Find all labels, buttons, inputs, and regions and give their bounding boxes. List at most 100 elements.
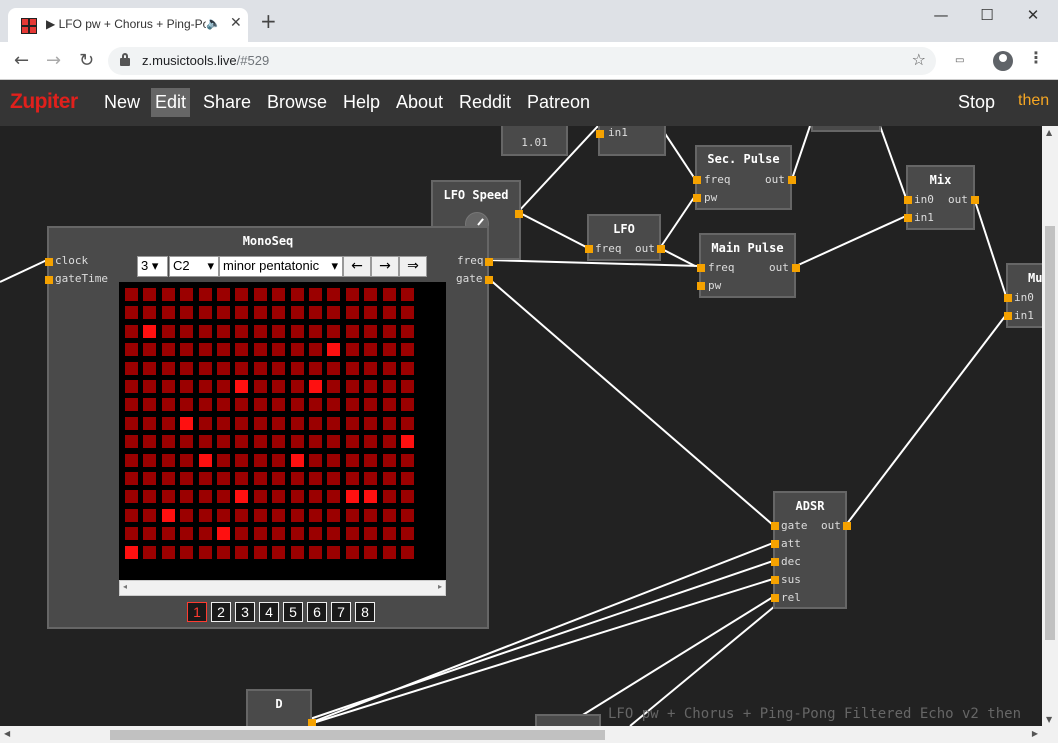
grid-cell[interactable] [382,343,396,357]
grid-cell[interactable] [161,324,175,338]
grid-cell[interactable] [235,361,249,375]
grid-cell[interactable] [345,453,359,467]
grid-cell[interactable] [309,527,322,541]
grid-cell[interactable] [401,508,414,522]
grid-cell[interactable] [364,343,378,357]
menu-edit[interactable]: Edit [151,88,191,117]
grid-cell[interactable] [161,453,175,467]
grid-cell[interactable] [125,398,138,412]
grid-cell[interactable] [272,545,286,559]
grid-cell[interactable] [345,545,359,559]
horizontal-scrollbar[interactable]: ◀ ▶ [0,726,1058,743]
lfo-node[interactable]: LFO freq out [585,214,665,261]
grid-cell[interactable] [253,416,267,430]
port-out[interactable] [971,196,979,204]
grid-cell[interactable] [161,527,175,541]
knob-node-top[interactable]: 1.01 [501,126,568,156]
grid-cell[interactable] [309,361,322,375]
grid-cell[interactable] [327,453,341,467]
grid-cell[interactable] [272,435,286,449]
port-in1[interactable] [596,130,604,138]
grid-cell[interactable] [309,306,322,320]
grid-cell[interactable] [143,416,157,430]
grid-cell[interactable] [217,306,230,320]
grid-cell[interactable] [125,288,138,301]
tab-close-icon[interactable]: ✕ [230,15,242,31]
grid-cell[interactable] [180,324,194,338]
grid-cell[interactable] [327,306,341,320]
scroll-right-icon[interactable]: ▶ [1032,729,1038,738]
scale-select[interactable]: minor pentatonic ▾ [219,256,343,277]
grid-cell[interactable] [143,324,157,338]
grid-cell[interactable] [217,343,230,357]
d-node[interactable]: D [246,689,316,726]
grid-cell[interactable] [327,343,341,357]
browser-tab[interactable]: ▶ LFO pw + Chorus + Ping-Pong Filtered E… [8,8,248,42]
grid-cell[interactable] [382,453,396,467]
grid-cell[interactable] [401,490,414,504]
grid-cell[interactable] [401,472,414,485]
vertical-scrollbar[interactable]: ▲ ▼ [1042,126,1058,726]
grid-cell[interactable] [364,306,378,320]
grid-cell[interactable] [253,490,267,504]
grid-cell[interactable] [382,324,396,338]
grid-cell[interactable] [161,288,175,301]
grid-cell[interactable] [364,472,378,485]
grid-cell[interactable] [364,490,378,504]
grid-cell[interactable] [290,527,304,541]
grid-cell[interactable] [161,490,175,504]
grid-cell[interactable] [161,343,175,357]
address-bar[interactable]: z.musictools.live/#529 ☆ [108,47,936,75]
grid-cell[interactable] [309,416,322,430]
grid-cell[interactable] [180,288,194,301]
grid-cell[interactable] [125,416,138,430]
grid-cell[interactable] [345,416,359,430]
grid-cell[interactable] [198,324,212,338]
grid-cell[interactable] [345,343,359,357]
grid-cell[interactable] [382,398,396,412]
grid-cell[interactable] [125,435,138,449]
grid-cell[interactable] [327,527,341,541]
minimize-icon[interactable]: — [918,6,964,24]
mix-node-top[interactable]: in0 out in1 [596,126,666,156]
port-freq[interactable] [485,258,493,266]
grid-cell[interactable] [180,361,194,375]
grid-cell[interactable] [290,306,304,320]
grid-cell[interactable] [364,527,378,541]
grid-cell[interactable] [401,380,414,393]
brand-logo[interactable]: Zupiter [10,90,78,114]
grid-cell[interactable] [327,472,341,485]
grid-cell[interactable] [327,435,341,449]
port-out[interactable] [515,210,523,218]
grid-cell[interactable] [290,490,304,504]
grid-cell[interactable] [235,545,249,559]
grid-cell[interactable] [401,343,414,357]
grid-cell[interactable] [345,472,359,485]
grid-cell[interactable] [217,435,230,449]
grid-cell[interactable] [364,288,378,301]
grid-cell[interactable] [309,343,322,357]
grid-cell[interactable] [217,472,230,485]
grid-cell[interactable] [235,472,249,485]
grid-cell[interactable] [180,527,194,541]
grid-cell[interactable] [327,288,341,301]
grid-cell[interactable] [217,508,230,522]
grid-cell[interactable] [309,490,322,504]
grid-cell[interactable] [143,490,157,504]
grid-cell[interactable] [125,508,138,522]
grid-cell[interactable] [309,324,322,338]
grid-cell[interactable] [143,545,157,559]
grid-cell[interactable] [143,343,157,357]
grid-cell[interactable] [364,453,378,467]
grid-cell[interactable] [180,398,194,412]
grid-cell[interactable] [401,527,414,541]
extension-icon[interactable]: ▭ [955,55,964,66]
port-in0[interactable] [1004,294,1012,302]
port-in1[interactable] [1004,312,1012,320]
maximize-icon[interactable]: ☐ [964,6,1010,24]
grid-cell[interactable] [345,490,359,504]
scroll-right-icon[interactable]: ▸ [438,582,442,591]
grid-cell[interactable] [198,545,212,559]
grid-cell[interactable] [401,288,414,301]
grid-cell[interactable] [125,361,138,375]
